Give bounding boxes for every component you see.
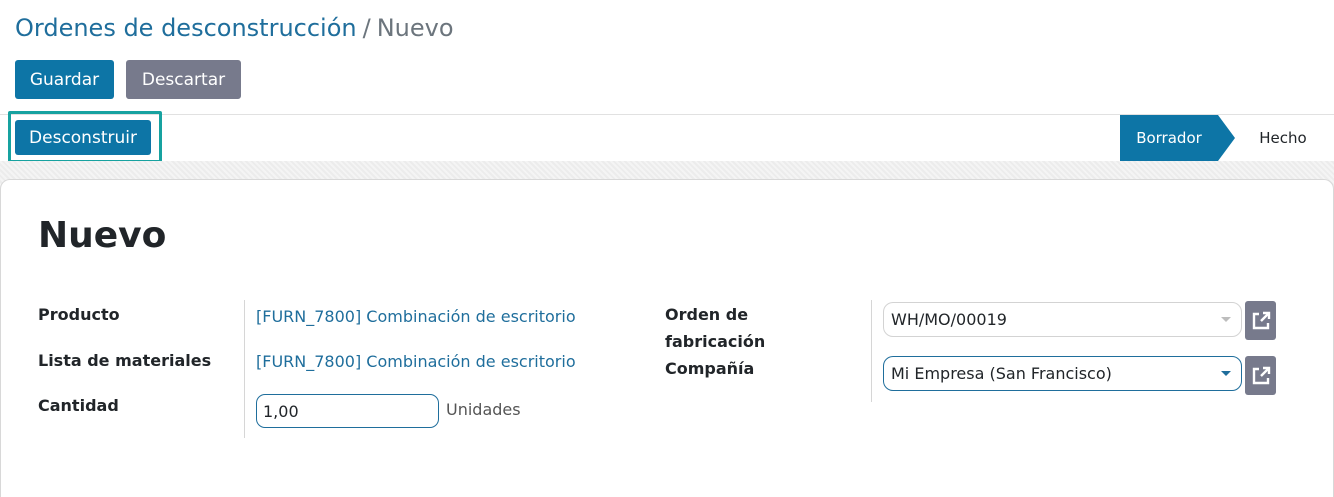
breadcrumb: Ordenes de desconstrucción / Nuevo xyxy=(15,12,454,44)
product-link[interactable]: [FURN_7800] Combinación de escritorio xyxy=(256,306,576,328)
external-link-icon xyxy=(1252,366,1270,384)
chevron-down-icon xyxy=(1221,317,1231,322)
save-button[interactable]: Guardar xyxy=(15,60,114,99)
right-column-divider xyxy=(871,300,872,402)
mo-label-line1: Orden de xyxy=(665,305,749,324)
company-select[interactable]: Mi Empresa (San Francisco) xyxy=(883,356,1242,391)
quantity-input[interactable] xyxy=(256,394,439,428)
record-title: Nuevo xyxy=(38,215,167,256)
bom-label: Lista de materiales xyxy=(38,351,212,370)
mo-select[interactable]: WH/MO/00019 xyxy=(883,302,1242,337)
breadcrumb-parent-link[interactable]: Ordenes de desconstrucción xyxy=(15,14,357,42)
deconstruct-button[interactable]: Desconstruir xyxy=(15,120,151,155)
discard-button[interactable]: Descartar xyxy=(126,60,241,99)
company-select-value: Mi Empresa (San Francisco) xyxy=(891,364,1112,383)
breadcrumb-current: Nuevo xyxy=(376,14,454,42)
mo-external-link-button[interactable] xyxy=(1245,301,1276,340)
company-label: Compañía xyxy=(665,359,755,378)
mo-select-value: WH/MO/00019 xyxy=(891,310,1007,329)
company-external-link-button[interactable] xyxy=(1245,356,1276,395)
chevron-down-icon xyxy=(1221,371,1231,376)
bom-link[interactable]: [FURN_7800] Combinación de escritorio xyxy=(256,351,576,373)
external-link-icon xyxy=(1252,311,1270,329)
stage-draft[interactable]: Borrador xyxy=(1120,115,1218,161)
stage-done[interactable]: Hecho xyxy=(1240,115,1326,161)
quantity-uom: Unidades xyxy=(446,400,521,419)
left-column-divider xyxy=(244,300,245,438)
mo-label-line2: fabricación xyxy=(665,332,766,351)
breadcrumb-separator: / xyxy=(362,14,371,42)
product-label: Producto xyxy=(38,305,120,324)
stage-arrow xyxy=(1218,115,1235,161)
quantity-label: Cantidad xyxy=(38,396,119,415)
